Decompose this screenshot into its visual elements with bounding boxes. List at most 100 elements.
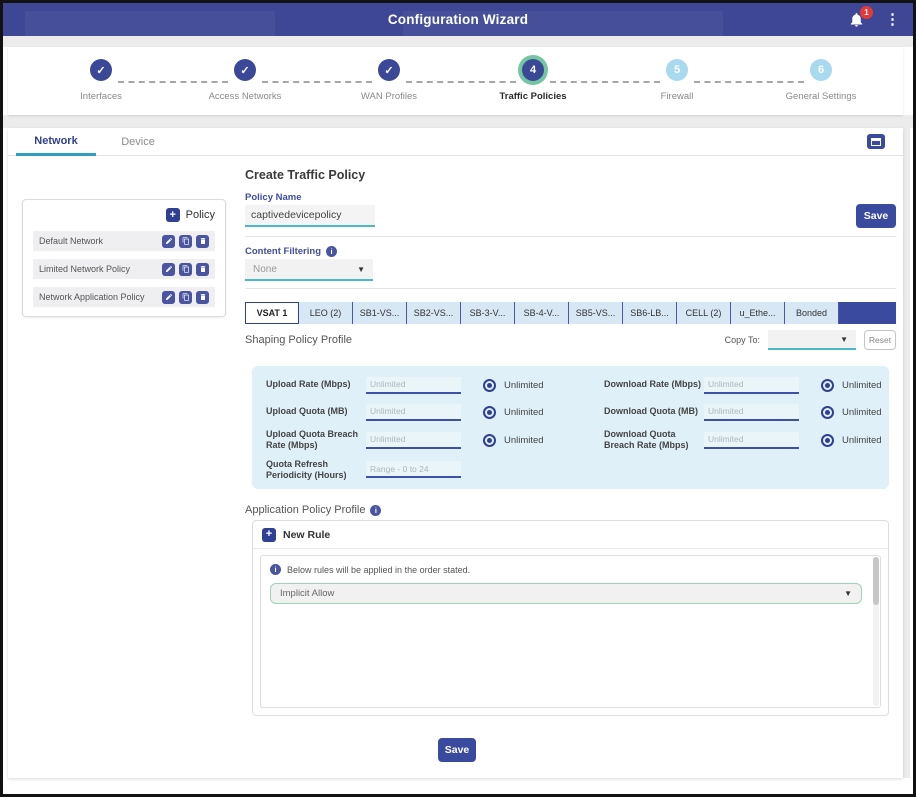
add-policy-label: Policy <box>186 209 215 221</box>
step-label: Firewall <box>661 91 694 102</box>
field-label: Download Rate (Mbps) <box>604 379 704 390</box>
wizard-stepper: ✓ Interfaces ✓ Access Networks ✓ WAN Pro… <box>8 47 903 115</box>
scrollbar-thumb[interactable] <box>873 557 879 605</box>
delete-icon[interactable] <box>196 235 209 248</box>
app-window: Configuration Wizard 1 ⋮ ✓ Interfaces <box>0 0 916 797</box>
scrollbar-track[interactable] <box>873 557 879 706</box>
chevron-down-icon: ▼ <box>844 589 852 598</box>
chevron-down-icon: ▼ <box>840 335 848 344</box>
edit-icon[interactable] <box>162 263 175 276</box>
check-icon: ✓ <box>90 59 112 81</box>
delete-icon[interactable] <box>196 263 209 276</box>
tab-device[interactable]: Device <box>108 128 168 156</box>
reset-button[interactable]: Reset <box>864 330 896 350</box>
info-icon[interactable]: i <box>326 246 337 257</box>
interface-tabs: VSAT 1 LEO (2) SB1-VS... SB2-VS... SB-3-… <box>245 302 896 324</box>
copy-icon[interactable] <box>179 263 192 276</box>
unlimited-label: Unlimited <box>842 435 882 446</box>
upload-quota-row: Upload Quota (MB) Unlimited <box>266 402 544 422</box>
edit-icon[interactable] <box>162 235 175 248</box>
download-quota-breach-input[interactable] <box>704 432 799 449</box>
step-label: Access Networks <box>209 91 282 102</box>
rule-select[interactable]: Implicit Allow ▼ <box>270 583 862 604</box>
quota-refresh-row: Quota Refresh Periodicity (Hours) <box>266 459 544 482</box>
step-connector <box>694 81 804 83</box>
download-quota-input[interactable] <box>704 404 799 421</box>
tab-overflow-block[interactable] <box>839 302 896 324</box>
unlimited-radio[interactable] <box>483 434 496 447</box>
step-connector <box>406 81 516 83</box>
new-rule-button[interactable]: + New Rule <box>253 521 888 549</box>
unlimited-radio[interactable] <box>821 406 834 419</box>
info-icon: i <box>270 564 281 575</box>
unlimited-label: Unlimited <box>504 407 544 418</box>
save-policy-button[interactable]: Save <box>856 204 896 228</box>
chevron-down-icon: ▼ <box>357 265 365 274</box>
unlimited-label: Unlimited <box>504 435 544 446</box>
divider-band <box>3 36 913 47</box>
tab-sb1[interactable]: SB1-VS... <box>353 302 407 324</box>
upload-quota-breach-input[interactable] <box>366 432 461 449</box>
step-label: WAN Profiles <box>361 91 417 102</box>
upload-rate-row: Upload Rate (Mbps) Unlimited <box>266 375 544 395</box>
upload-quota-input[interactable] <box>366 404 461 421</box>
upload-rate-input[interactable] <box>366 377 461 394</box>
add-policy-button[interactable]: + Policy <box>33 208 215 222</box>
tab-cell[interactable]: CELL (2) <box>677 302 731 324</box>
tab-sb6[interactable]: SB6-LB... <box>623 302 677 324</box>
popout-window-icon[interactable] <box>867 134 885 149</box>
copy-icon[interactable] <box>179 291 192 304</box>
app-header: Configuration Wizard 1 ⋮ <box>3 3 913 36</box>
edit-icon[interactable] <box>162 291 175 304</box>
step-number: 5 <box>666 59 688 81</box>
delete-icon[interactable] <box>196 291 209 304</box>
tab-sb3[interactable]: SB-3-V... <box>461 302 515 324</box>
policy-row-default-network[interactable]: Default Network <box>33 231 215 251</box>
field-label: Download Quota (MB) <box>604 406 704 417</box>
tab-sb4[interactable]: SB-4-V... <box>515 302 569 324</box>
unlimited-radio[interactable] <box>821 434 834 447</box>
unlimited-radio[interactable] <box>483 406 496 419</box>
tab-u-ethernet[interactable]: u_Ethe... <box>731 302 785 324</box>
policy-list-panel: + Policy Default Network Limited Network… <box>22 199 226 317</box>
save-button[interactable]: Save <box>438 738 476 762</box>
unlimited-radio[interactable] <box>483 379 496 392</box>
notifications-button[interactable]: 1 <box>848 11 866 29</box>
copy-icon[interactable] <box>179 235 192 248</box>
policy-name-input[interactable] <box>245 205 375 227</box>
tab-vsat1[interactable]: VSAT 1 <box>245 302 299 324</box>
unlimited-label: Unlimited <box>842 380 882 391</box>
field-label: Upload Quota Breach Rate (Mbps) <box>266 429 366 452</box>
copy-to-select[interactable]: ▼ <box>768 330 856 350</box>
policy-row-network-application-policy[interactable]: Network Application Policy <box>33 287 215 307</box>
download-rate-row: Download Rate (Mbps) Unlimited <box>604 375 882 395</box>
kebab-menu-button[interactable]: ⋮ <box>882 12 903 27</box>
tab-sb5[interactable]: SB5-VS... <box>569 302 623 324</box>
rules-info-text: Below rules will be applied in the order… <box>287 565 470 575</box>
tab-leo[interactable]: LEO (2) <box>299 302 353 324</box>
copy-to-label: Copy To: <box>725 335 760 345</box>
application-policy-title: Application Policy Profile <box>245 504 365 516</box>
field-label: Quota Refresh Periodicity (Hours) <box>266 459 366 482</box>
quota-refresh-input[interactable] <box>366 461 461 478</box>
info-icon[interactable]: i <box>370 505 381 516</box>
unlimited-label: Unlimited <box>504 380 544 391</box>
rule-value: Implicit Allow <box>280 588 334 599</box>
main-panel: Network Device + Policy Default Network … <box>8 128 903 778</box>
policy-name: Default Network <box>39 236 103 246</box>
unlimited-radio[interactable] <box>821 379 834 392</box>
plus-icon: + <box>166 208 180 222</box>
download-rate-input[interactable] <box>704 377 799 394</box>
page-heading: Create Traffic Policy <box>245 168 365 182</box>
policy-row-limited-network-policy[interactable]: Limited Network Policy <box>33 259 215 279</box>
plus-icon: + <box>262 528 276 542</box>
content-filtering-select[interactable]: None ▼ <box>245 259 373 281</box>
application-policy-box: + New Rule i Below rules will be applied… <box>252 520 889 716</box>
divider <box>245 236 896 237</box>
tab-bonded[interactable]: Bonded <box>785 302 839 324</box>
tab-sb2[interactable]: SB2-VS... <box>407 302 461 324</box>
shaping-policy-title: Shaping Policy Profile <box>245 334 352 346</box>
rules-container: i Below rules will be applied in the ord… <box>260 555 881 708</box>
download-quota-row: Download Quota (MB) Unlimited <box>604 402 882 422</box>
tab-network[interactable]: Network <box>16 128 96 156</box>
